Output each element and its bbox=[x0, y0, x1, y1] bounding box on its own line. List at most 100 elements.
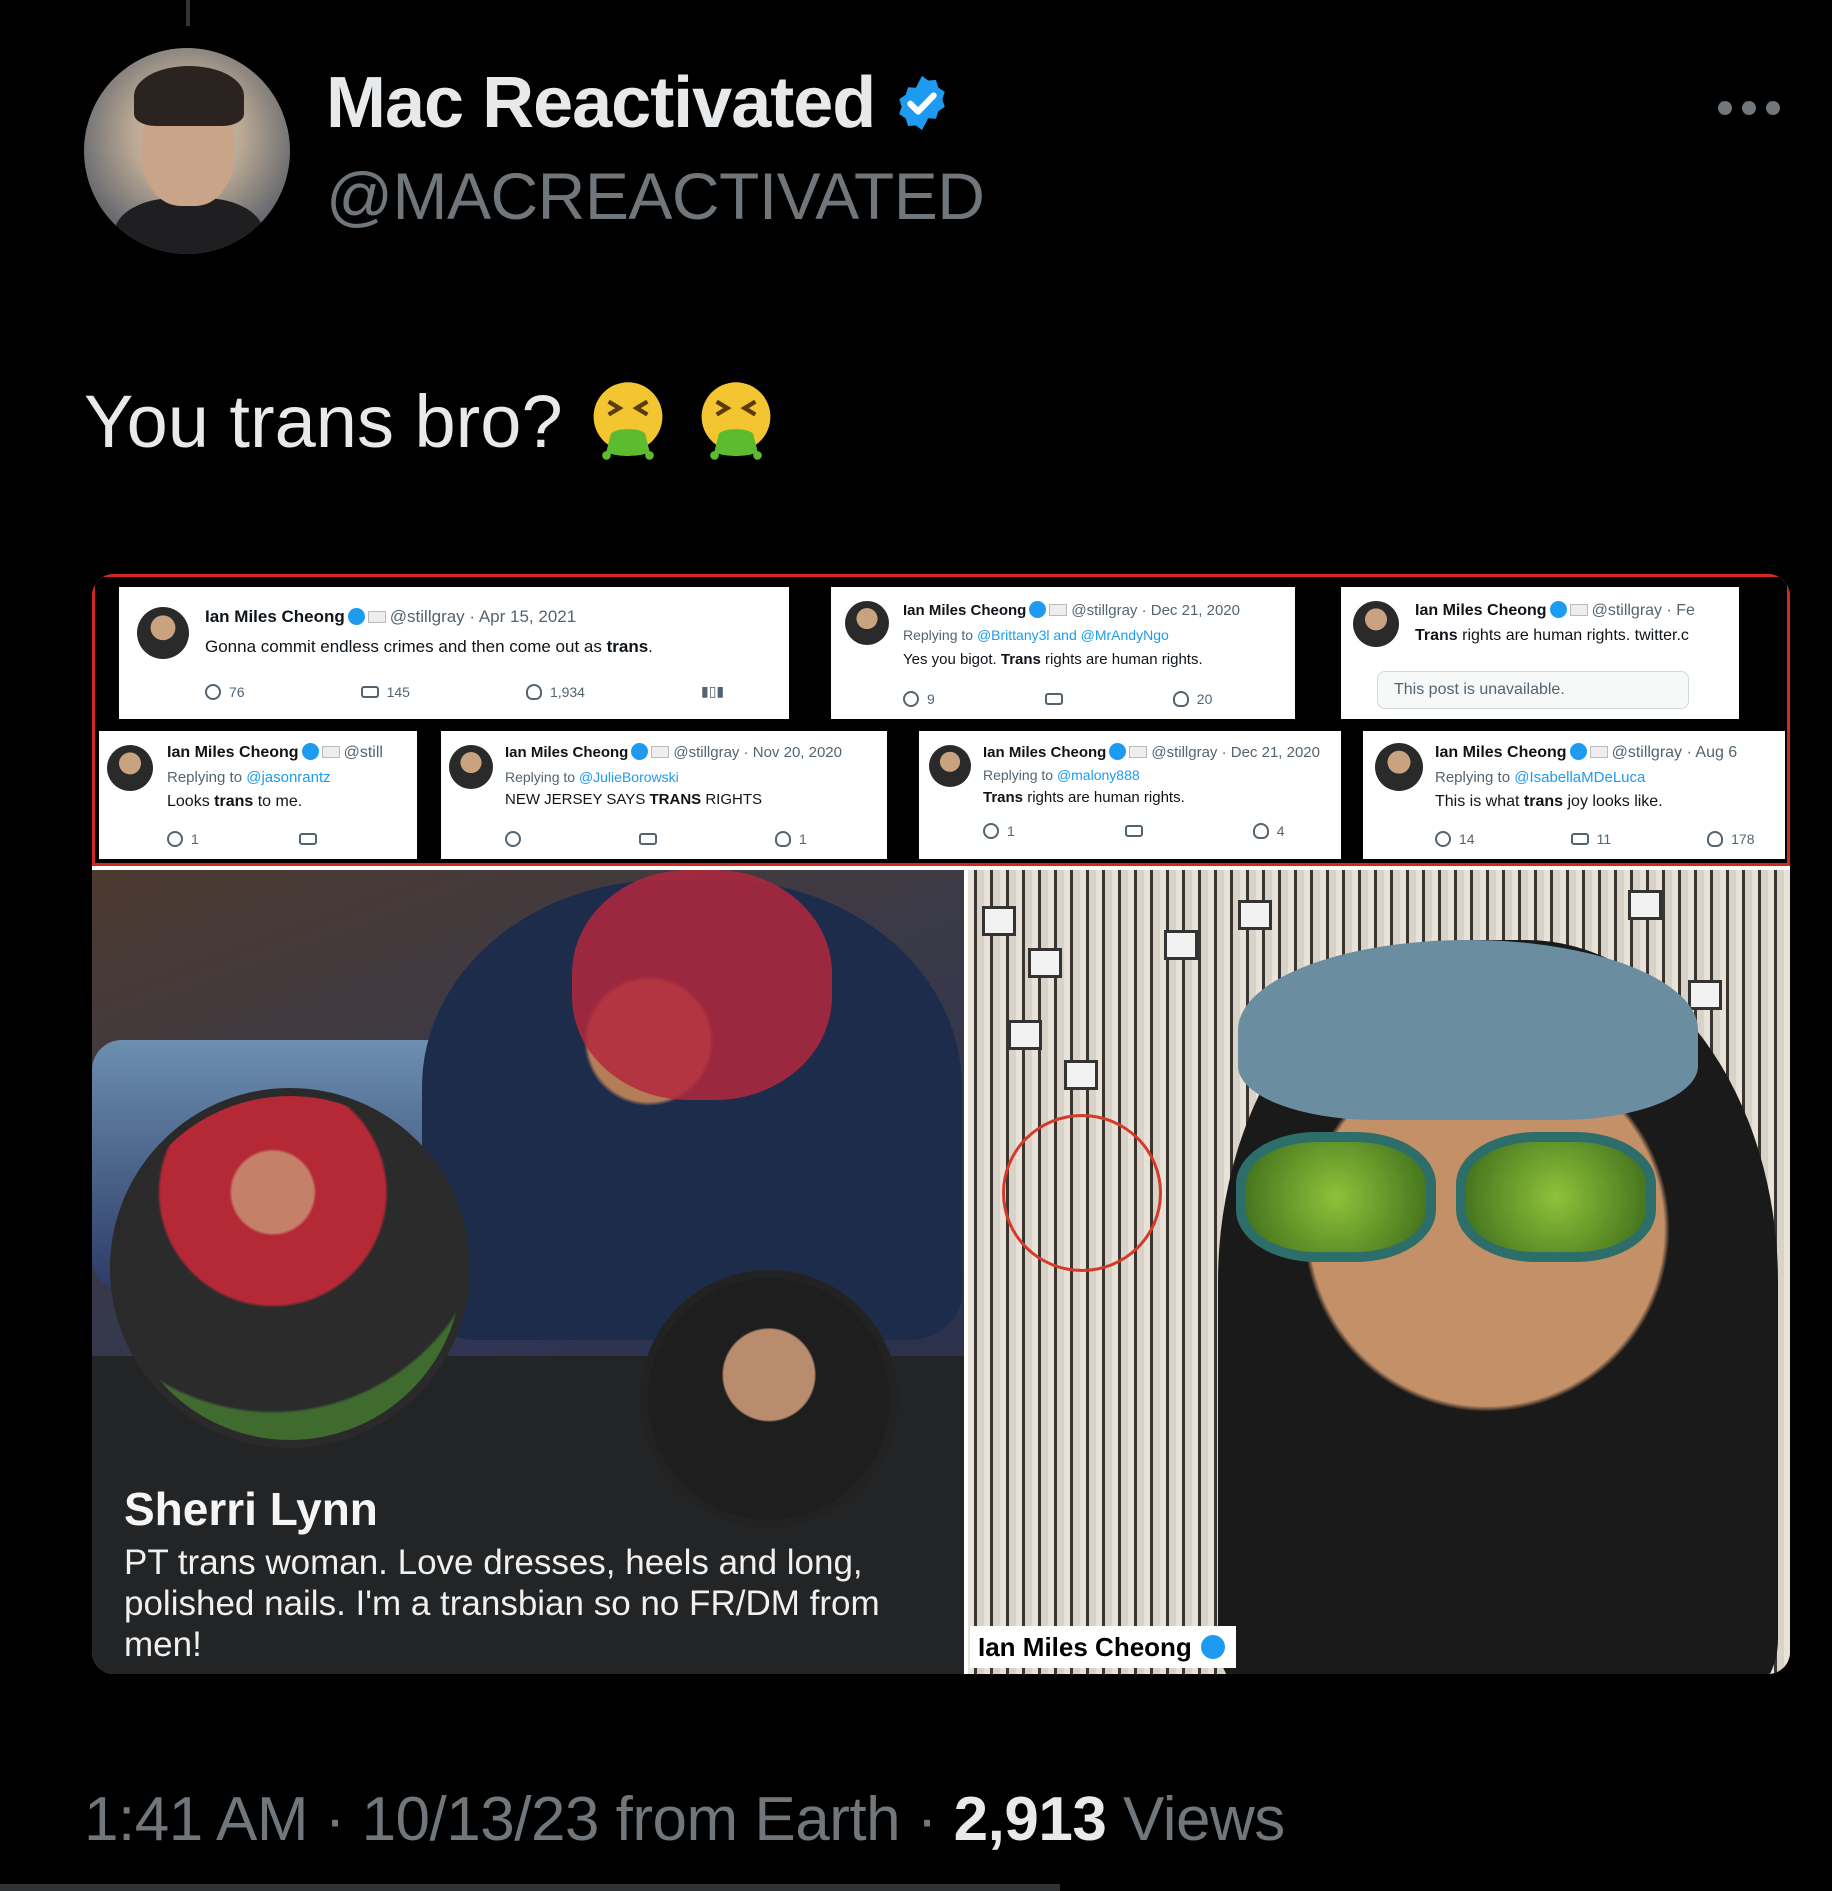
flag-icon bbox=[1569, 604, 1588, 616]
divider bbox=[0, 1884, 1060, 1891]
card-meta: @still bbox=[343, 744, 383, 761]
card-text: rights are human rights. bbox=[1040, 651, 1203, 668]
card-text: Gonna commit endless crimes and then com… bbox=[205, 637, 607, 656]
tweet-text-body: You trans bro? bbox=[84, 379, 563, 463]
replying-to-label: Replying to bbox=[167, 769, 247, 786]
card-text-bold: trans bbox=[606, 637, 649, 656]
replying-to-label: Replying to bbox=[1435, 769, 1515, 786]
card-meta: @stillgray · Dec 21, 2020 bbox=[1071, 602, 1240, 619]
repost-icon bbox=[1044, 693, 1063, 705]
card-text: This is what bbox=[1435, 793, 1524, 810]
reply-icon bbox=[983, 823, 999, 839]
like-count: 1,934 bbox=[525, 683, 585, 700]
flag-icon bbox=[367, 611, 386, 623]
card-author-name: Ian Miles Cheong bbox=[167, 744, 299, 761]
reply-mentions: @Brittany3l and @MrAndyNgo bbox=[976, 627, 1169, 643]
embedded-tweet-card: Ian Miles Cheong @stillgray · Aug 6 Reply… bbox=[1363, 731, 1785, 859]
views-count: 2,913 bbox=[953, 1785, 1107, 1854]
embedded-tweet-card: Ian Miles Cheong @stillgray · Dec 21, 202… bbox=[831, 587, 1295, 719]
wall-frame bbox=[1164, 930, 1198, 960]
card-text: rights are human rights. twitter.c bbox=[1457, 627, 1689, 644]
replying-to-label: Replying to bbox=[505, 769, 579, 785]
reply-count: 1 bbox=[167, 831, 199, 847]
reply-count: 1 bbox=[983, 823, 1015, 839]
card-text: to me. bbox=[253, 793, 303, 810]
reply-mentions: @JulieBorowski bbox=[578, 769, 679, 785]
verified-badge-icon bbox=[347, 608, 365, 625]
flag-icon bbox=[321, 746, 340, 758]
repost-count: 145 bbox=[360, 683, 410, 700]
like-icon bbox=[1172, 691, 1189, 707]
verified-badge-icon bbox=[1029, 601, 1047, 618]
analytics-icon: ▮▯▮ bbox=[700, 683, 725, 699]
photo-hair bbox=[1238, 940, 1698, 1120]
card-text: rights are human rights. bbox=[1023, 789, 1185, 806]
card-text: Yes you bigot. bbox=[903, 651, 1001, 668]
card-meta: @stillgray · Nov 20, 2020 bbox=[673, 744, 842, 761]
reply-icon bbox=[167, 831, 183, 847]
photo-hair bbox=[572, 870, 832, 1100]
sunglasses bbox=[1236, 1132, 1656, 1262]
verified-badge-icon bbox=[1109, 743, 1127, 760]
repost-icon bbox=[1570, 833, 1589, 845]
profile-name: Sherri Lynn bbox=[124, 1483, 378, 1535]
card-text: joy looks like. bbox=[1563, 793, 1663, 810]
highlight-circle bbox=[1002, 1114, 1162, 1272]
card-meta: @stillgray · Aug 6 bbox=[1611, 744, 1738, 761]
embedded-tweet-card: Ian Miles Cheong @stillgray · Nov 20, 202… bbox=[441, 731, 887, 859]
flag-icon bbox=[1129, 746, 1148, 758]
card-author-name: Ian Miles Cheong bbox=[983, 744, 1107, 761]
card-text: RIGHTS bbox=[701, 791, 763, 808]
tweet-media-image[interactable]: Ian Miles Cheong @stillgray · Apr 15, 202… bbox=[92, 574, 1790, 1674]
reply-mentions: @IsabellaMDeLuca bbox=[1514, 769, 1646, 786]
embedded-tweet-card: Ian Miles Cheong @stillgray · Apr 15, 202… bbox=[119, 587, 789, 719]
reply-count: 9 bbox=[903, 691, 935, 707]
card-author-name: Ian Miles Cheong bbox=[205, 607, 345, 626]
profile-avatar bbox=[110, 1088, 470, 1448]
author-handle[interactable]: @MACREACTIVATED bbox=[326, 158, 985, 234]
tweet-timestamp[interactable]: 1:41 AM · 10/13/23 from Earth · bbox=[84, 1785, 954, 1854]
card-text-bold: Trans bbox=[1415, 627, 1458, 644]
unavailable-post-notice: This post is unavailable. bbox=[1377, 671, 1689, 709]
wall-frame bbox=[1628, 890, 1662, 920]
author-display-name-row[interactable]: Mac Reactivated bbox=[326, 62, 953, 144]
like-count: 178 bbox=[1707, 831, 1754, 847]
card-text: Looks bbox=[167, 793, 215, 810]
embedded-tweet-card: Ian Miles Cheong @stillgray · Fe Trans ri… bbox=[1341, 587, 1739, 719]
inset-avatar bbox=[640, 1270, 898, 1528]
embedded-tweet-card: Ian Miles Cheong @stillgray · Dec 21, 202… bbox=[919, 731, 1341, 859]
verified-badge-icon bbox=[301, 743, 319, 760]
flag-icon bbox=[1049, 604, 1068, 616]
repost-count bbox=[298, 831, 317, 847]
wall-frame bbox=[1238, 900, 1272, 930]
screenshot-collage: Ian Miles Cheong @stillgray · Apr 15, 202… bbox=[92, 574, 1790, 866]
like-icon bbox=[1707, 831, 1724, 847]
face-vomiting-emoji-icon bbox=[701, 382, 771, 460]
author-display-name[interactable]: Mac Reactivated bbox=[326, 62, 876, 144]
tweet-metadata: 1:41 AM · 10/13/23 from Earth · 2,913 Vi… bbox=[84, 1784, 1285, 1855]
repost-count bbox=[639, 831, 657, 847]
repost-icon bbox=[298, 833, 317, 845]
card-text: NEW JERSEY SAYS bbox=[505, 791, 650, 808]
verified-badge-icon bbox=[1200, 1635, 1225, 1659]
like-count: 20 bbox=[1172, 691, 1212, 707]
verified-badge-icon bbox=[1549, 601, 1567, 618]
more-options-icon[interactable] bbox=[1718, 96, 1788, 120]
profile-collage-photo: Sherri Lynn PT trans woman. Love dresses… bbox=[92, 870, 964, 1674]
verified-badge-icon bbox=[631, 743, 649, 760]
author-avatar[interactable] bbox=[84, 48, 290, 254]
repost-icon bbox=[639, 833, 657, 845]
tweet-text: You trans bro? bbox=[84, 378, 779, 464]
reply-count: 14 bbox=[1435, 831, 1475, 847]
wall-frame bbox=[1028, 948, 1062, 978]
reply-mentions: @malony888 bbox=[1056, 767, 1140, 783]
reply-icon bbox=[903, 691, 919, 707]
like-icon bbox=[525, 683, 542, 700]
repost-icon bbox=[360, 685, 379, 698]
replying-to-label: Replying to bbox=[983, 767, 1057, 783]
flag-icon bbox=[651, 746, 670, 758]
name-caption-text: Ian Miles Cheong bbox=[978, 1631, 1192, 1662]
reply-count: 76 bbox=[205, 683, 245, 700]
reply-icon bbox=[505, 831, 521, 847]
like-icon bbox=[775, 831, 791, 847]
